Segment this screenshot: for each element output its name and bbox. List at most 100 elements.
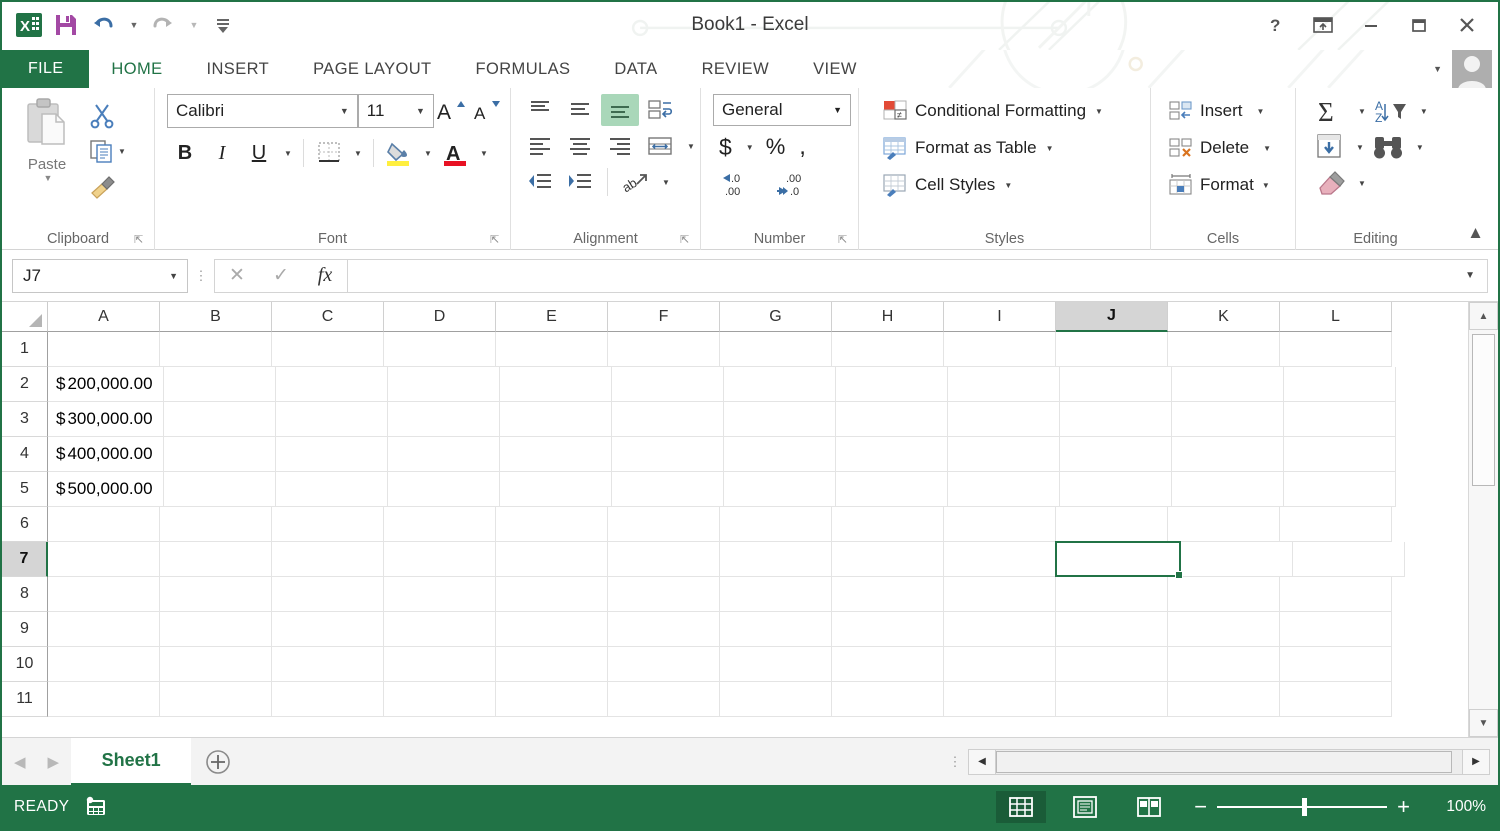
underline-button[interactable]: U <box>241 136 277 170</box>
cell-i9[interactable] <box>944 612 1056 647</box>
zoom-in-button[interactable]: + <box>1397 796 1410 818</box>
row-header-3[interactable]: 3 <box>2 402 48 437</box>
cell-j9[interactable] <box>1056 612 1168 647</box>
row-header-6[interactable]: 6 <box>2 507 48 542</box>
column-header-d[interactable]: D <box>384 302 496 332</box>
cell-c11[interactable] <box>272 682 384 717</box>
cell-i11[interactable] <box>944 682 1056 717</box>
help-icon[interactable]: ? <box>1252 8 1298 42</box>
cut-button[interactable] <box>86 98 128 132</box>
cell-i3[interactable] <box>947 402 1060 437</box>
cell-b4[interactable] <box>163 437 276 472</box>
tab-home[interactable]: HOME <box>89 50 185 88</box>
cell-c4[interactable] <box>275 437 388 472</box>
cell-d11[interactable] <box>384 682 496 717</box>
cell-g11[interactable] <box>720 682 832 717</box>
accounting-caret-icon[interactable]: ▼ <box>740 131 758 163</box>
cell-a9[interactable] <box>48 612 160 647</box>
cell-e9[interactable] <box>496 612 608 647</box>
cell-l9[interactable] <box>1280 612 1392 647</box>
column-header-k[interactable]: K <box>1168 302 1280 332</box>
account-caret-icon[interactable]: ▼ <box>1429 64 1446 74</box>
percent-format-button[interactable]: % <box>760 131 792 163</box>
clear-button[interactable] <box>1310 166 1352 200</box>
cell-d3[interactable] <box>387 402 500 437</box>
column-header-a[interactable]: A <box>48 302 160 332</box>
row-header-7[interactable]: 7 <box>2 542 48 577</box>
cell-c9[interactable] <box>272 612 384 647</box>
cell-a2[interactable]: $ 200,000.00 <box>48 367 164 402</box>
record-macro-icon[interactable] <box>83 795 109 819</box>
format-painter-button[interactable] <box>86 170 128 204</box>
cell-k4[interactable] <box>1171 437 1284 472</box>
fill-button[interactable] <box>1310 130 1350 164</box>
cell-f6[interactable] <box>608 507 720 542</box>
cell-l1[interactable] <box>1280 332 1392 367</box>
cell-b8[interactable] <box>160 577 272 612</box>
cell-k11[interactable] <box>1168 682 1280 717</box>
tab-formulas[interactable]: FORMULAS <box>454 50 593 88</box>
cell-k8[interactable] <box>1168 577 1280 612</box>
cell-a10[interactable] <box>48 647 160 682</box>
tab-review[interactable]: REVIEW <box>680 50 792 88</box>
column-header-b[interactable]: B <box>160 302 272 332</box>
cell-j11[interactable] <box>1056 682 1168 717</box>
tab-data[interactable]: DATA <box>592 50 679 88</box>
font-color-caret-icon[interactable]: ▼ <box>474 136 492 170</box>
cell-c10[interactable] <box>272 647 384 682</box>
cell-b5[interactable] <box>163 472 276 507</box>
cell-i7[interactable] <box>944 542 1056 577</box>
cell-g2[interactable] <box>723 367 836 402</box>
wrap-text-button[interactable] <box>641 94 679 126</box>
copy-caret-icon[interactable]: ▼ <box>118 147 126 156</box>
cell-d5[interactable] <box>387 472 500 507</box>
close-icon[interactable] <box>1444 8 1490 42</box>
top-align-button[interactable] <box>521 94 559 126</box>
cell-b3[interactable] <box>163 402 276 437</box>
row-header-10[interactable]: 10 <box>2 647 48 682</box>
scroll-down-icon[interactable]: ▼ <box>1469 709 1498 737</box>
cell-h5[interactable] <box>835 472 948 507</box>
normal-view-button[interactable] <box>996 791 1047 823</box>
cell-b2[interactable] <box>163 367 276 402</box>
vertical-scrollbar[interactable]: ▲ ▼ <box>1468 302 1498 737</box>
paste-button[interactable]: Paste ▼ <box>8 94 86 183</box>
paste-caret-icon[interactable]: ▼ <box>44 173 53 183</box>
row-header-1[interactable]: 1 <box>2 332 48 367</box>
row-header-8[interactable]: 8 <box>2 577 48 612</box>
cell-d7[interactable] <box>384 542 496 577</box>
zoom-level-label[interactable]: 100% <box>1430 798 1486 816</box>
font-name-input[interactable]: Calibri ▼ <box>167 94 358 128</box>
cell-f3[interactable] <box>611 402 724 437</box>
cell-h9[interactable] <box>832 612 944 647</box>
clipboard-dialog-launcher[interactable]: ⇱ <box>134 233 148 247</box>
cell-a11[interactable] <box>48 682 160 717</box>
conditional-formatting-caret-icon[interactable]: ▼ <box>1095 107 1103 116</box>
merge-center-button[interactable] <box>641 130 679 162</box>
vertical-scroll-thumb[interactable] <box>1472 334 1495 486</box>
column-header-i[interactable]: I <box>944 302 1056 332</box>
cell-h2[interactable] <box>835 367 948 402</box>
cell-j6[interactable] <box>1056 507 1168 542</box>
cell-d8[interactable] <box>384 577 496 612</box>
cell-g5[interactable] <box>723 472 836 507</box>
cell-d10[interactable] <box>384 647 496 682</box>
cell-c5[interactable] <box>275 472 388 507</box>
cell-j5[interactable] <box>1059 472 1172 507</box>
row-header-4[interactable]: 4 <box>2 437 48 472</box>
cell-b6[interactable] <box>160 507 272 542</box>
column-header-j[interactable]: J <box>1056 302 1168 332</box>
maximize-icon[interactable] <box>1396 8 1442 42</box>
previous-sheet-icon[interactable]: ◀ <box>14 753 26 771</box>
minimize-icon[interactable] <box>1348 8 1394 42</box>
delete-cells-caret-icon[interactable]: ▼ <box>1263 144 1271 153</box>
formula-input[interactable]: ▼ <box>348 258 1488 293</box>
cell-f2[interactable] <box>611 367 724 402</box>
cell-j1[interactable] <box>1056 332 1168 367</box>
fill-color-button[interactable] <box>381 136 417 170</box>
format-cells-caret-icon[interactable]: ▼ <box>1262 181 1270 190</box>
format-as-table-caret-icon[interactable]: ▼ <box>1046 144 1054 153</box>
cell-i5[interactable] <box>947 472 1060 507</box>
cell-f4[interactable] <box>611 437 724 472</box>
cell-g3[interactable] <box>723 402 836 437</box>
